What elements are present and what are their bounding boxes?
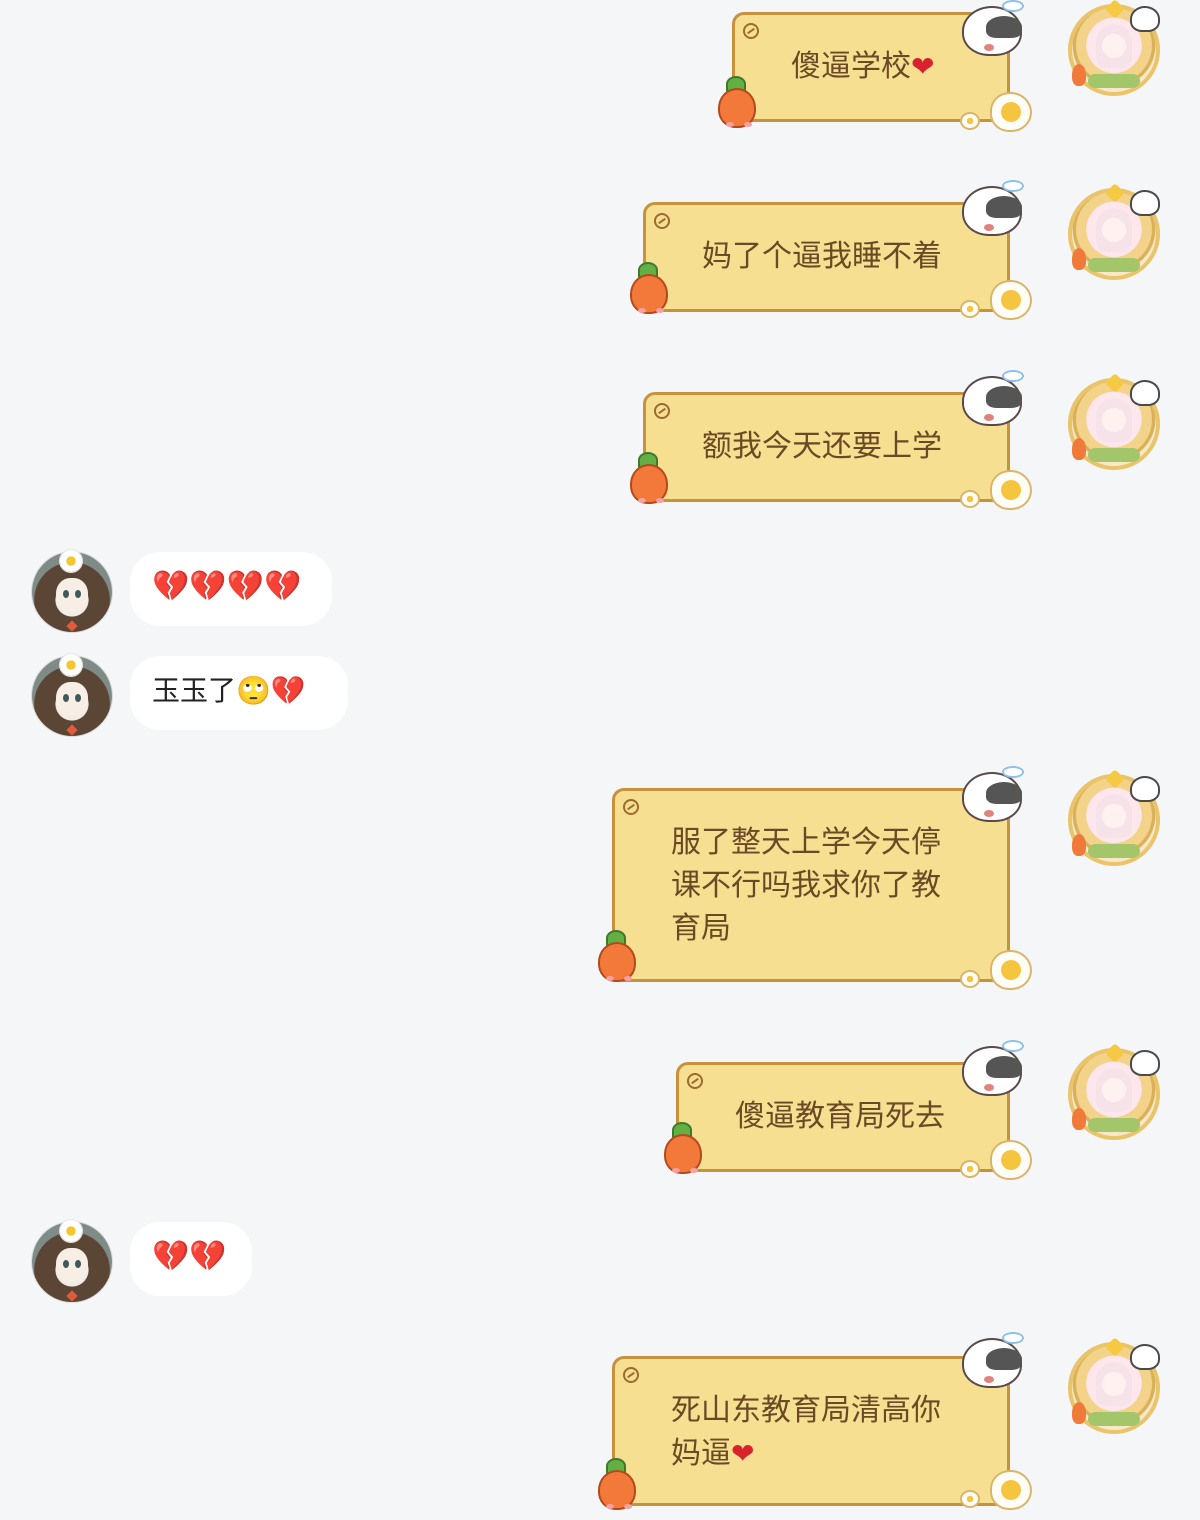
- my-avatar[interactable]: [1068, 769, 1160, 866]
- my-avatar[interactable]: [1068, 0, 1160, 96]
- contact-avatar[interactable]: [32, 654, 112, 736]
- fried-egg-icon: [960, 470, 1032, 512]
- message-bubble[interactable]: 傻逼教育局死去: [676, 1062, 1010, 1172]
- fried-egg-icon: [960, 1470, 1032, 1512]
- message-bubble[interactable]: 玉玉了🙄💔: [130, 656, 348, 730]
- message-text: 服了整天上学今天停 课不行吗我求你了教 育局: [671, 825, 941, 946]
- cat-icon: [962, 0, 1028, 56]
- fried-egg-icon: [960, 950, 1032, 992]
- broken-heart-emoji: 💔💔: [152, 1239, 227, 1274]
- message-bubble[interactable]: 💔💔💔💔: [130, 552, 332, 626]
- message-text: 傻逼学校❤: [791, 49, 935, 84]
- heart-emoji: ❤: [731, 1437, 755, 1470]
- message-row: 妈了个逼我睡不着: [0, 180, 1200, 322]
- contact-avatar[interactable]: [32, 550, 112, 632]
- message-row: 额我今天还要上学: [0, 370, 1200, 512]
- carrot-icon: [628, 262, 668, 314]
- screw-icon: [623, 1367, 639, 1383]
- cat-icon: [962, 766, 1028, 822]
- screw-icon: [743, 23, 759, 39]
- my-avatar[interactable]: [1068, 183, 1160, 280]
- cat-icon: [962, 1332, 1028, 1388]
- my-avatar[interactable]: [1068, 373, 1160, 470]
- message-bubble[interactable]: 💔💔: [130, 1222, 252, 1296]
- message-text: 死山东教育局清高你 妈逼❤: [671, 1393, 941, 1471]
- message-row: 💔💔💔💔: [0, 550, 1200, 632]
- message-bubble[interactable]: 服了整天上学今天停 课不行吗我求你了教 育局: [612, 788, 1010, 982]
- cat-icon: [962, 180, 1028, 236]
- message-row: 玉玉了🙄💔: [0, 654, 1200, 736]
- message-text: 妈了个逼我睡不着: [702, 239, 942, 274]
- broken-heart-emoji: 💔💔💔💔: [152, 569, 302, 604]
- screw-icon: [654, 403, 670, 419]
- screw-icon: [687, 1073, 703, 1089]
- screw-icon: [654, 213, 670, 229]
- fried-egg-icon: [960, 92, 1032, 134]
- message-bubble[interactable]: 额我今天还要上学: [643, 392, 1010, 502]
- message-row: 💔💔: [0, 1220, 1200, 1302]
- fried-egg-icon: [960, 280, 1032, 322]
- message-row: 傻逼教育局死去: [0, 1040, 1200, 1182]
- my-avatar[interactable]: [1068, 1043, 1160, 1140]
- carrot-icon: [662, 1122, 702, 1174]
- fried-egg-icon: [960, 1140, 1032, 1182]
- carrot-icon: [716, 76, 756, 128]
- cat-icon: [962, 1040, 1028, 1096]
- carrot-icon: [596, 930, 636, 982]
- message-row: 死山东教育局清高你 妈逼❤: [0, 1332, 1200, 1516]
- message-text: 玉玉了: [152, 674, 237, 707]
- message-text: 额我今天还要上学: [702, 429, 942, 464]
- heart-emoji: ❤: [911, 50, 935, 83]
- screw-icon: [623, 799, 639, 815]
- message-text: 傻逼教育局死去: [735, 1099, 945, 1134]
- message-bubble[interactable]: 妈了个逼我睡不着: [643, 202, 1010, 312]
- message-row: 服了整天上学今天停 课不行吗我求你了教 育局: [0, 766, 1200, 990]
- eye-roll-broken-heart-emoji: 🙄💔: [236, 674, 306, 707]
- carrot-icon: [596, 1458, 636, 1510]
- my-avatar[interactable]: [1068, 1337, 1160, 1434]
- message-row: 傻逼学校❤: [0, 0, 1200, 134]
- message-bubble[interactable]: 死山东教育局清高你 妈逼❤: [612, 1356, 1010, 1506]
- carrot-icon: [628, 452, 668, 504]
- contact-avatar[interactable]: [32, 1220, 112, 1302]
- cat-icon: [962, 370, 1028, 426]
